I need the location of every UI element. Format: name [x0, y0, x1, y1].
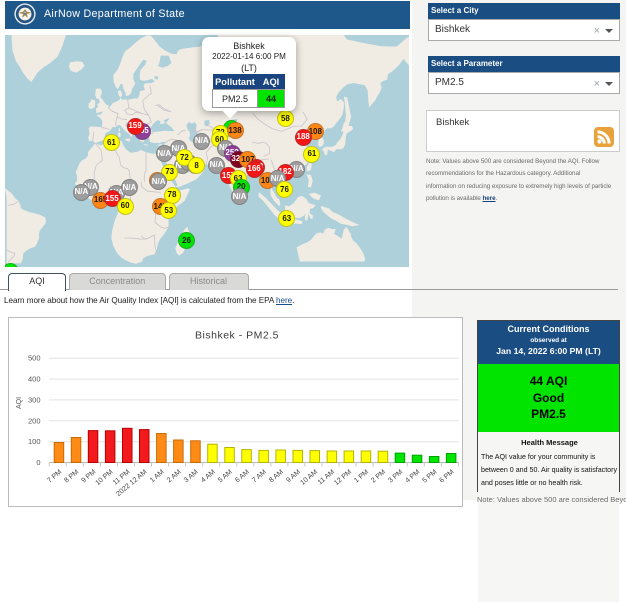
svg-text:10 PM: 10 PM	[94, 469, 114, 487]
svg-text:5 AM: 5 AM	[217, 469, 234, 485]
svg-text:400: 400	[28, 375, 41, 384]
svg-text:1 PM: 1 PM	[353, 469, 370, 485]
svg-text:8 AM: 8 AM	[268, 469, 285, 485]
svg-text:5 PM: 5 PM	[421, 469, 438, 485]
svg-text:500: 500	[28, 354, 41, 363]
svg-text:12 PM: 12 PM	[333, 469, 353, 487]
svg-text:1 AM: 1 AM	[149, 469, 166, 485]
svg-text:0: 0	[36, 458, 40, 467]
svg-text:300: 300	[28, 395, 41, 404]
svg-text:4 AM: 4 AM	[200, 469, 217, 485]
svg-text:3 AM: 3 AM	[183, 469, 200, 485]
svg-text:Bishkek - PM2.5: Bishkek - PM2.5	[195, 330, 279, 342]
svg-text:2 AM: 2 AM	[166, 469, 183, 485]
svg-text:100: 100	[28, 437, 41, 446]
svg-text:200: 200	[28, 416, 41, 425]
svg-text:7 AM: 7 AM	[251, 469, 268, 485]
svg-text:AQI: AQI	[16, 397, 23, 409]
svg-text:3 PM: 3 PM	[387, 469, 404, 485]
svg-text:4 PM: 4 PM	[404, 469, 421, 485]
svg-text:7 PM: 7 PM	[46, 469, 63, 485]
svg-text:6 PM: 6 PM	[438, 469, 455, 485]
svg-text:6 AM: 6 AM	[234, 469, 251, 485]
svg-text:2 PM: 2 PM	[370, 469, 387, 485]
svg-text:8 PM: 8 PM	[63, 469, 80, 485]
svg-text:11 AM: 11 AM	[317, 469, 336, 487]
svg-text:10 AM: 10 AM	[299, 469, 319, 487]
